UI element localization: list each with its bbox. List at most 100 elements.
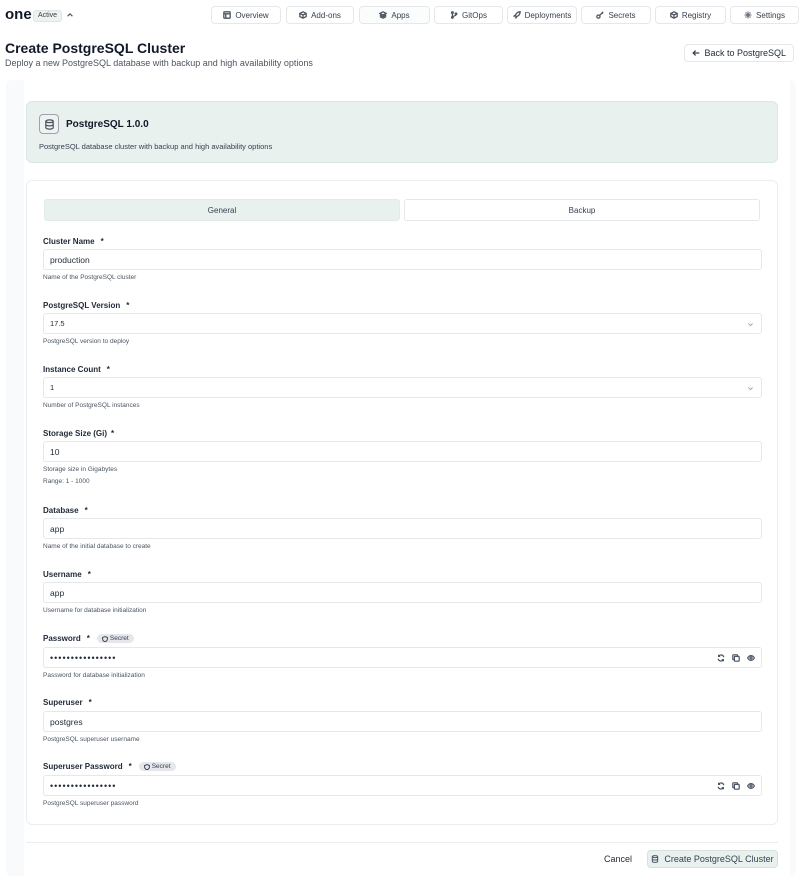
pg-version-field: PostgreSQL Version * 17.5 PostgreSQL vers… [43,300,763,345]
brand-logo[interactable]: one [5,6,32,23]
instance-count-select[interactable]: 1 [43,377,762,398]
chevron-down-icon [748,387,753,391]
key-icon [596,11,605,19]
chevron-up-icon[interactable] [66,11,74,19]
nav-deployments[interactable]: Deployments [507,6,577,24]
copy-icon[interactable] [732,782,740,790]
required-marker: * [87,570,91,579]
box-icon [669,11,678,19]
database-icon-box [39,114,59,134]
git-branch-icon [451,11,458,19]
nav-settings[interactable]: Settings [730,6,799,24]
nav-overview[interactable]: Overview [211,6,281,24]
gear-icon [744,11,752,19]
storage-size-input[interactable]: 10 [43,441,762,462]
pg-version-help: PostgreSQL version to deploy [43,338,130,345]
superuser-password-help: PostgreSQL superuser password [43,800,139,807]
arrow-left-icon [692,50,700,56]
tab-backup[interactable]: Backup [404,199,760,221]
nav-overview-label: Overview [235,10,269,20]
superuser-password-input[interactable]: •••••••••••••••• [43,775,762,796]
secret-badge-label: Secret [109,635,129,642]
database-input[interactable]: app [43,518,762,539]
database-help: Name of the initial database to create [43,543,151,550]
field-label: Cluster Name * [43,236,763,247]
rocket-icon [512,11,521,19]
secret-badge: Secret [138,762,176,771]
nav-gitops[interactable]: GitOps [434,6,503,24]
copy-icon[interactable] [732,654,740,662]
storage-size-label: Storage Size (Gi) [43,429,108,438]
storage-size-range: Range: 1 - 1000 [43,478,90,485]
required-marker: * [88,698,92,707]
username-input[interactable]: app [43,582,762,603]
secret-badge: Secret [96,634,134,643]
layers-icon [379,11,388,19]
secret-badge-label: Secret [151,763,171,770]
field-label: Superuser Password * Secret [43,761,763,772]
form-tabs: General Backup [44,199,760,221]
create-button-label: Create PostgreSQL Cluster [664,854,774,864]
required-marker: * [84,506,88,515]
required-marker: * [100,237,104,246]
username-label: Username [43,570,82,579]
field-label: PostgreSQL Version * [43,300,763,311]
cancel-button[interactable]: Cancel [604,852,632,866]
nav-registry[interactable]: Registry [655,6,726,24]
shield-icon [102,635,108,642]
password-label: Password [43,634,81,643]
password-help: Password for database initialization [43,672,145,679]
nav-apps-label: Apps [391,10,410,20]
database-icon [44,118,54,130]
instance-count-label: Instance Count [43,365,101,374]
username-help: Username for database initialization [43,607,147,614]
superuser-input[interactable]: postgres [43,711,762,732]
instance-count-field: Instance Count * 1 Number of PostgreSQL i… [43,364,763,409]
create-cluster-button[interactable]: Create PostgreSQL Cluster [647,850,778,868]
tab-general[interactable]: General [44,199,400,221]
password-field: Password * Secret •••••••••••••••• Passwo… [43,633,763,679]
nav-addons[interactable]: Add-ons [286,6,354,24]
database-icon [652,855,659,863]
nav-apps[interactable]: Apps [359,6,430,24]
nav-deployments-label: Deployments [524,10,572,20]
field-label: Database * [43,505,763,516]
nav-registry-label: Registry [681,10,712,20]
password-input[interactable]: •••••••••••••••• [43,647,762,668]
back-button-label: Back to PostgreSQL [704,48,786,58]
addon-info-card: PostgreSQL 1.0.0 PostgreSQL database clu… [26,101,778,163]
required-marker: * [111,429,115,438]
required-marker: * [106,365,110,374]
instance-count-value: 1 [50,383,55,392]
required-marker: * [128,762,132,771]
required-marker: * [126,301,130,310]
nav-addons-label: Add-ons [311,10,341,20]
layout-icon [223,11,232,19]
eye-icon[interactable] [747,782,755,790]
field-label: Superuser * [43,697,763,708]
package-icon [299,11,307,19]
addon-description: PostgreSQL database cluster with backup … [39,142,273,151]
status-badge: Active [33,10,63,22]
superuser-password-label: Superuser Password [43,762,123,771]
cluster-name-input[interactable]: production [43,249,762,270]
page-title: Create PostgreSQL Cluster [5,40,186,56]
superuser-password-actions [717,782,755,790]
password-actions [717,654,755,662]
eye-icon[interactable] [747,654,755,662]
database-field: Database * app Name of the initial databa… [43,505,763,550]
superuser-label: Superuser [43,698,83,707]
refresh-icon[interactable] [717,654,725,662]
refresh-icon[interactable] [717,782,725,790]
database-label: Database [43,506,79,515]
cluster-form: General Backup Cluster Name * production … [26,180,778,825]
pg-version-value: 17.5 [50,319,65,328]
back-to-postgresql-button[interactable]: Back to PostgreSQL [684,44,794,62]
nav-secrets[interactable]: Secrets [581,6,651,24]
addon-title: PostgreSQL 1.0.0 [66,119,149,130]
field-label: Username * [43,569,763,580]
nav-settings-label: Settings [756,10,785,20]
username-field: Username * app Username for database init… [43,569,763,614]
pg-version-select[interactable]: 17.5 [43,313,762,334]
top-bar: one Active Overview Add-ons Apps GitOps … [0,0,800,30]
